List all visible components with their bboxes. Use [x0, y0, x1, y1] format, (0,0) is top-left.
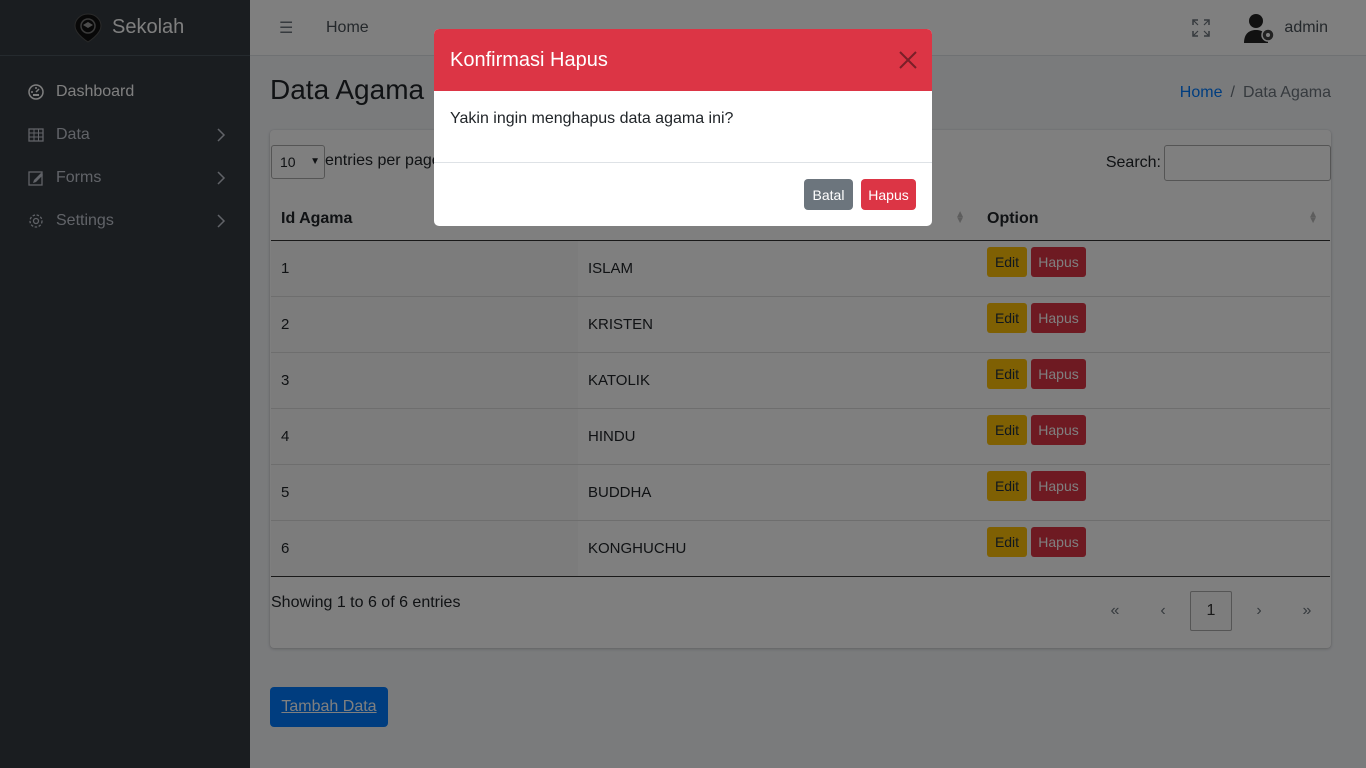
delete-confirm-modal: Konfirmasi Hapus Yakin ingin menghapus d… [434, 29, 932, 226]
modal-title: Konfirmasi Hapus [450, 48, 608, 71]
close-icon[interactable] [898, 50, 918, 70]
modal-body: Yakin ingin menghapus data agama ini? [434, 91, 932, 163]
confirm-delete-button[interactable]: Hapus [861, 179, 916, 210]
modal-header: Konfirmasi Hapus [434, 29, 932, 91]
modal-footer: Batal Hapus [434, 163, 932, 226]
cancel-button[interactable]: Batal [804, 179, 853, 210]
